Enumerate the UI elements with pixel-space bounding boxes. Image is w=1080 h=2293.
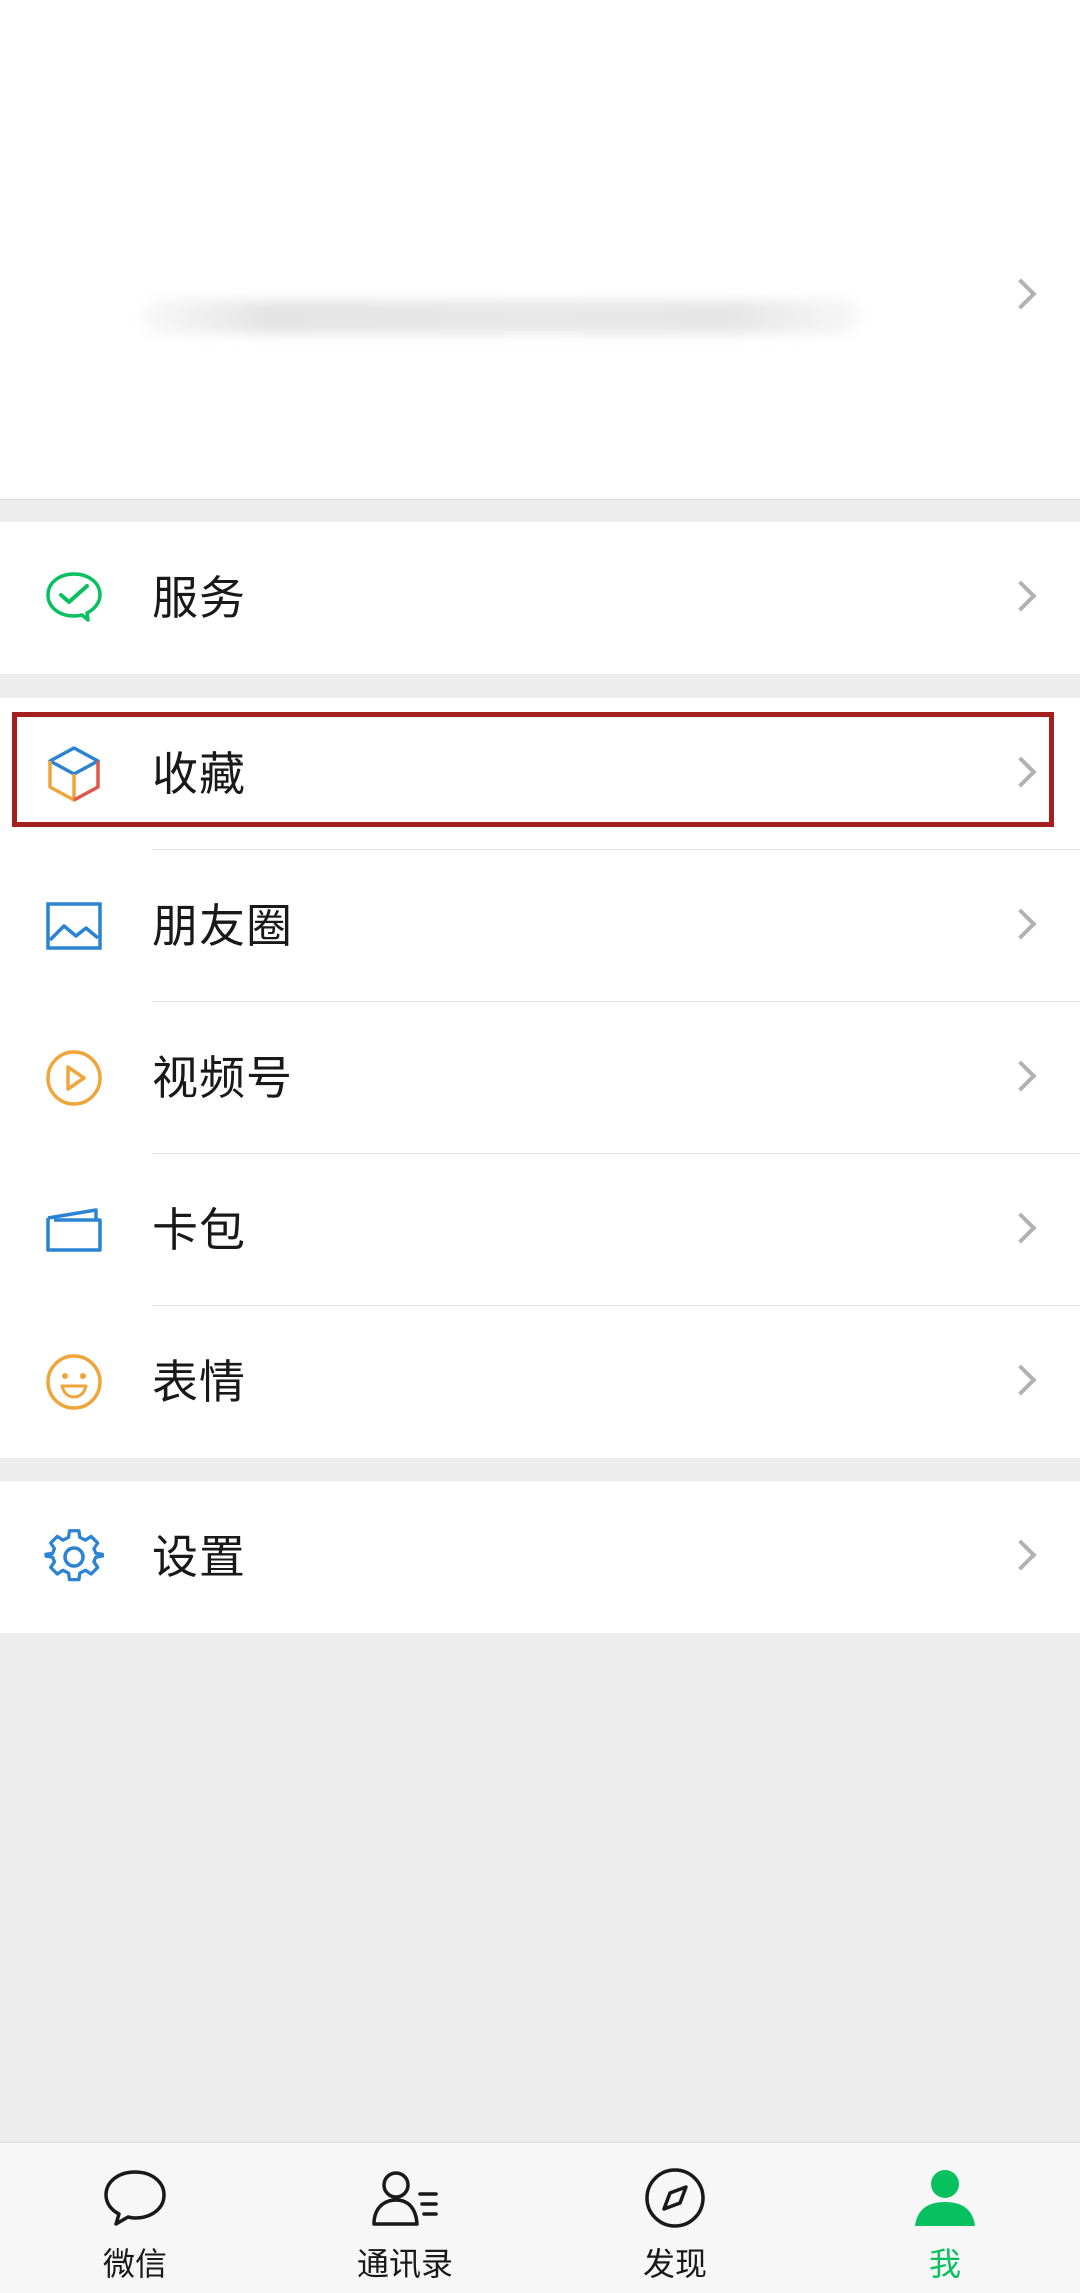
menu-item-label: 服务 bbox=[152, 571, 246, 625]
favorites-cube-icon bbox=[44, 744, 104, 804]
tab-chats[interactable]: 微信 bbox=[0, 2143, 270, 2293]
menu-item-stickers[interactable]: 表情 bbox=[0, 1306, 1080, 1458]
menu-item-label: 朋友圈 bbox=[152, 899, 293, 953]
me-person-icon bbox=[910, 2163, 980, 2233]
channels-play-icon bbox=[44, 1048, 104, 1108]
me-page: 服务 收藏 朋友圈 视频号 卡包 表情 设置 微信 通讯录 发现 我 bbox=[0, 0, 1080, 2293]
chat-bubble-icon bbox=[100, 2163, 170, 2233]
settings-group: 设置 bbox=[0, 1481, 1080, 1633]
menu-item-label: 视频号 bbox=[152, 1051, 293, 1105]
card-wallet-icon bbox=[44, 1200, 104, 1260]
tab-label: 微信 bbox=[102, 2245, 167, 2283]
contacts-icon bbox=[370, 2163, 440, 2233]
tab-label: 通讯录 bbox=[356, 2245, 453, 2283]
chevron-right-icon bbox=[1005, 1060, 1037, 1092]
menu-item-label: 收藏 bbox=[152, 747, 246, 801]
main-menu-group: 收藏 朋友圈 视频号 卡包 表情 bbox=[0, 698, 1080, 1458]
menu-item-label: 表情 bbox=[152, 1355, 246, 1409]
menu-item-services[interactable]: 服务 bbox=[0, 522, 1080, 674]
chevron-right-icon bbox=[1005, 1212, 1037, 1244]
profile-header[interactable] bbox=[0, 0, 1080, 500]
chevron-right-icon bbox=[1005, 580, 1037, 612]
menu-item-moments[interactable]: 朋友圈 bbox=[0, 850, 1080, 1002]
tab-contacts[interactable]: 通讯录 bbox=[270, 2143, 540, 2293]
chevron-right-icon bbox=[1005, 1539, 1037, 1571]
bottom-tab-bar: 微信 通讯录 发现 我 bbox=[0, 2142, 1080, 2293]
chevron-right-icon bbox=[1005, 908, 1037, 940]
tab-label: 我 bbox=[928, 2245, 961, 2283]
tab-me[interactable]: 我 bbox=[810, 2143, 1080, 2293]
menu-item-label: 设置 bbox=[152, 1530, 246, 1584]
settings-gear-icon bbox=[44, 1527, 104, 1587]
profile-info-blurred bbox=[140, 300, 860, 334]
tab-label: 发现 bbox=[642, 2245, 707, 2283]
chevron-right-icon bbox=[1005, 756, 1037, 788]
services-group: 服务 bbox=[0, 522, 1080, 674]
menu-item-channels[interactable]: 视频号 bbox=[0, 1002, 1080, 1154]
chevron-right-icon bbox=[1005, 278, 1037, 310]
moments-image-icon bbox=[44, 896, 104, 956]
compass-icon bbox=[640, 2163, 710, 2233]
sticker-smile-icon bbox=[44, 1352, 104, 1412]
menu-item-favorites[interactable]: 收藏 bbox=[0, 698, 1080, 850]
menu-item-settings[interactable]: 设置 bbox=[0, 1481, 1080, 1633]
tab-discover[interactable]: 发现 bbox=[540, 2143, 810, 2293]
menu-item-card-wallet[interactable]: 卡包 bbox=[0, 1154, 1080, 1306]
wechat-pay-icon bbox=[44, 568, 104, 628]
chevron-right-icon bbox=[1005, 1364, 1037, 1396]
menu-item-label: 卡包 bbox=[152, 1203, 246, 1257]
